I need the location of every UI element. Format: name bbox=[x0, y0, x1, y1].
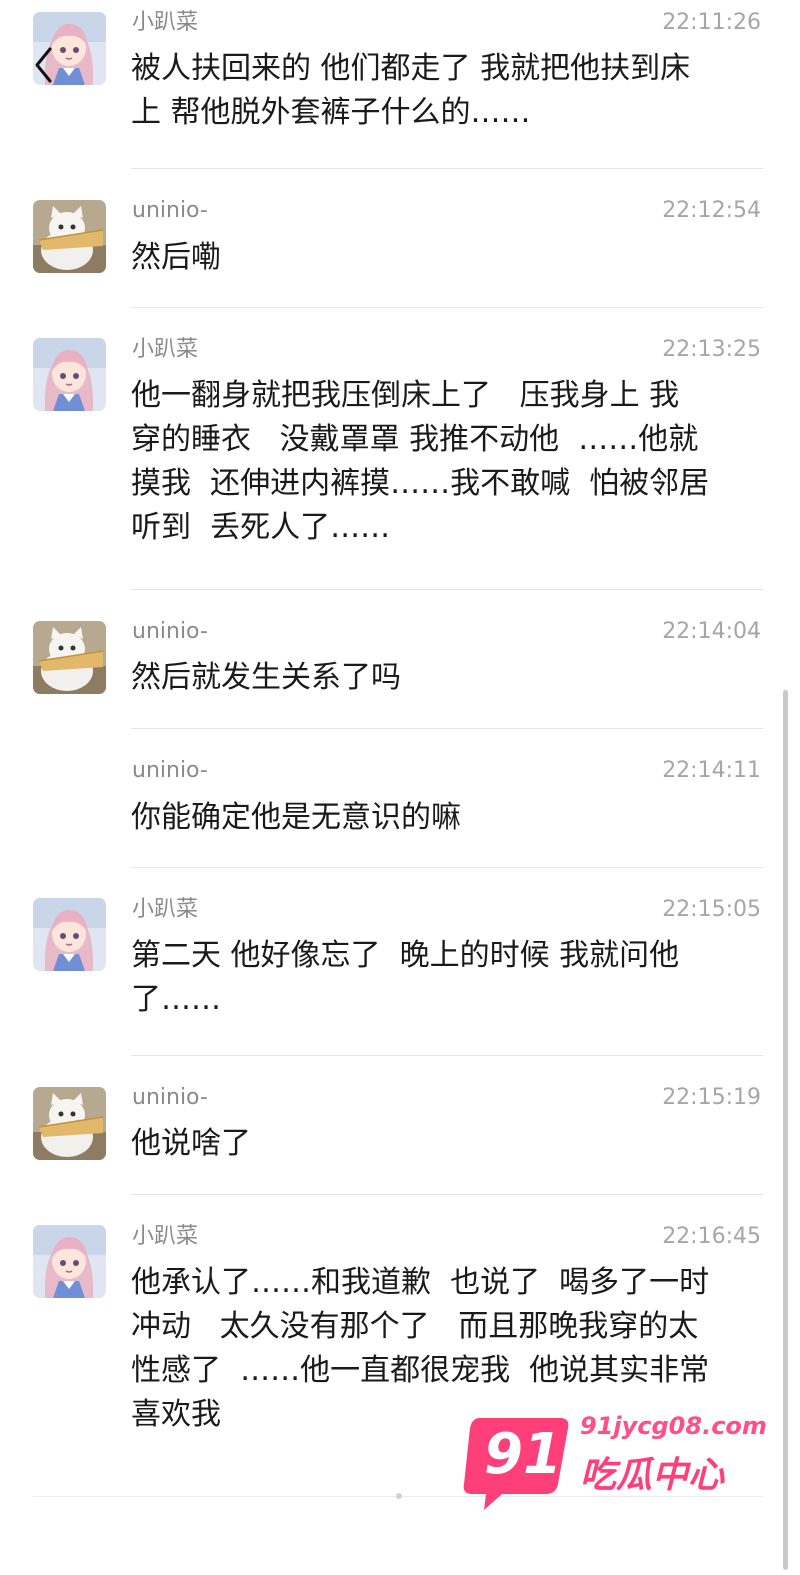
scrollbar[interactable] bbox=[783, 690, 788, 1570]
message-time: 22:11:26 bbox=[662, 10, 761, 35]
message-time: 22:14:11 bbox=[662, 758, 761, 783]
watermark-url: 91jycg08.com bbox=[580, 1412, 767, 1440]
message-text: 他一翻身就把我压倒床上了 压我身上 我 穿的睡衣 没戴罩罩 我推不动他 ……他就… bbox=[131, 378, 710, 545]
message-item[interactable]: uninio- 22:12:54 然后嘞 bbox=[0, 168, 800, 308]
sender-name: 小趴菜 bbox=[132, 10, 199, 35]
message-time: 22:16:45 bbox=[662, 1224, 761, 1249]
message-item[interactable]: 小趴菜 22:15:05 第二天 他好像忘了 晚上的时候 我就问他 了…… bbox=[0, 867, 800, 1056]
back-button[interactable] bbox=[28, 40, 58, 90]
sender-name: 小趴菜 bbox=[132, 1224, 199, 1249]
avatar[interactable] bbox=[33, 898, 106, 971]
girl-avatar-image bbox=[33, 898, 106, 971]
avatar[interactable] bbox=[33, 621, 106, 694]
message-item[interactable]: uninio- 22:14:04 然后就发生关系了吗 bbox=[0, 589, 800, 729]
cat-avatar-image bbox=[33, 200, 106, 273]
message-text: 你能确定他是无意识的嘛 bbox=[131, 800, 461, 835]
avatar[interactable] bbox=[33, 1225, 106, 1298]
message-time: 22:14:04 bbox=[662, 619, 761, 644]
sender-name: 小趴菜 bbox=[132, 897, 199, 922]
girl-avatar-image bbox=[33, 1225, 106, 1298]
watermark-number: 91 bbox=[484, 1422, 562, 1487]
message-text: 他承认了……和我道歉 也说了 喝多了一时 冲动 太久没有那个了 而且那晚我穿的太… bbox=[131, 1265, 710, 1432]
message-item[interactable]: 小趴菜 22:11:26 被人扶回来的 他们都走了 我就把他扶到床 上 帮他脱外… bbox=[0, 0, 800, 170]
cat-avatar-image bbox=[33, 621, 106, 694]
cat-avatar-image bbox=[33, 1087, 106, 1160]
message-text: 第二天 他好像忘了 晚上的时候 我就问他 了…… bbox=[131, 938, 680, 1017]
message-text: 他说啥了 bbox=[131, 1126, 251, 1161]
message-time: 22:13:25 bbox=[662, 337, 761, 362]
message-time: 22:15:19 bbox=[662, 1085, 761, 1110]
message-item[interactable]: 小趴菜 22:13:25 他一翻身就把我压倒床上了 压我身上 我 穿的睡衣 没戴… bbox=[0, 307, 800, 590]
message-time: 22:15:05 bbox=[662, 897, 761, 922]
message-item[interactable]: uninio- 22:14:11 你能确定他是无意识的嘛 bbox=[0, 728, 800, 868]
watermark-name: 吃瓜中心 bbox=[580, 1455, 725, 1496]
chevron-left-icon bbox=[35, 47, 52, 83]
avatar[interactable] bbox=[33, 338, 106, 411]
message-text: 然后就发生关系了吗 bbox=[131, 660, 401, 695]
sender-name: uninio- bbox=[132, 198, 208, 223]
sender-name: uninio- bbox=[132, 758, 208, 783]
girl-avatar-image bbox=[33, 338, 106, 411]
avatar[interactable] bbox=[33, 200, 106, 273]
avatar[interactable] bbox=[33, 1087, 106, 1160]
watermark: 91 91jycg08.com 吃瓜中心 bbox=[462, 1412, 767, 1512]
message-item[interactable]: uninio- 22:15:19 他说啥了 bbox=[0, 1055, 800, 1195]
message-text: 被人扶回来的 他们都走了 我就把他扶到床 上 帮他脱外套裤子什么的…… bbox=[131, 51, 691, 130]
loading-dot bbox=[396, 1493, 402, 1499]
message-time: 22:12:54 bbox=[662, 198, 761, 223]
sender-name: uninio- bbox=[132, 619, 208, 644]
sender-name: uninio- bbox=[132, 1085, 208, 1110]
message-text: 然后嘞 bbox=[131, 240, 221, 275]
sender-name: 小趴菜 bbox=[132, 337, 199, 362]
